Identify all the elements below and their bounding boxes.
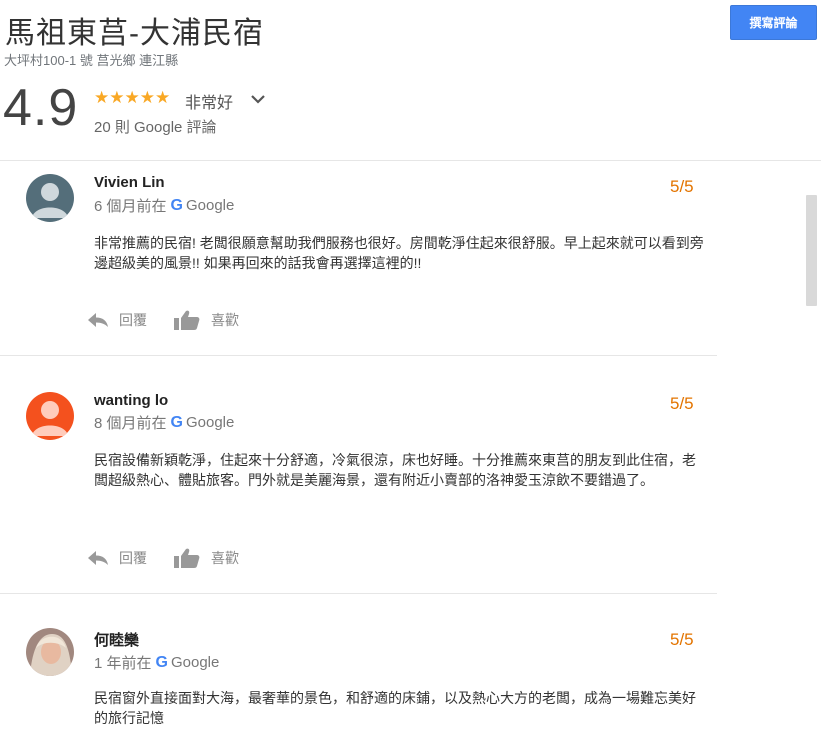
review-score: 5/5	[670, 394, 694, 413]
review-meta: 8 個月前在 G Google	[94, 412, 234, 433]
rating-description: 非常好	[185, 95, 234, 112]
google-g-icon: G	[170, 196, 183, 214]
review-text: 非常推薦的民宿! 老闆很願意幫助我們服務也很好。房間乾淨住起來很舒服。早上起來就…	[94, 235, 704, 271]
review-text: 民宿窗外直接面對大海，最奢華的景色，和舒適的床鋪，以及熱心大方的老闆，成為一場難…	[94, 690, 696, 726]
divider	[0, 355, 717, 356]
reply-label: 回覆	[119, 312, 147, 328]
like-button[interactable]: 喜歡	[173, 309, 239, 331]
review-score: 5/5	[670, 630, 694, 649]
review-time: 8 個月前在	[94, 415, 167, 432]
write-review-button[interactable]: 撰寫評論	[730, 5, 817, 40]
average-rating: 4.9	[3, 79, 79, 137]
divider	[0, 593, 717, 594]
place-address: 大坪村100-1 號 莒光鄉 連江縣	[4, 53, 179, 68]
review-time: 1 年前在	[94, 655, 152, 672]
review-meta: 1 年前在 G Google	[94, 652, 219, 673]
review-actions: 回覆 喜歡	[87, 307, 265, 333]
divider	[0, 160, 821, 161]
google-g-icon: G	[155, 653, 168, 671]
reply-button[interactable]: 回覆	[87, 548, 147, 568]
reply-icon	[88, 551, 108, 565]
reply-label: 回覆	[119, 550, 147, 566]
thumbs-up-icon	[174, 548, 200, 568]
reply-icon	[88, 313, 108, 327]
place-title: 馬祖東莒-大浦民宿	[5, 17, 264, 50]
review-count[interactable]: 20 則 Google 評論	[94, 116, 217, 137]
chevron-down-icon[interactable]	[250, 92, 266, 106]
review-actions: 回覆 喜歡	[87, 545, 265, 571]
avatar	[26, 392, 74, 440]
review-meta: 6 個月前在 G Google	[94, 195, 234, 216]
reviewer-name[interactable]: 何睦欒	[94, 629, 139, 650]
reviewer-name[interactable]: Vivien Lin	[94, 174, 165, 191]
thumbs-up-icon	[174, 310, 200, 330]
avatar	[26, 628, 74, 676]
review-time: 6 個月前在	[94, 198, 167, 215]
source-label: Google	[170, 654, 220, 671]
reply-button[interactable]: 回覆	[87, 310, 147, 330]
source-label: Google	[185, 414, 235, 431]
like-label: 喜歡	[211, 312, 239, 328]
google-g-icon: G	[170, 413, 183, 431]
avatar	[26, 174, 74, 222]
scrollbar-thumb[interactable]	[806, 195, 817, 306]
like-button[interactable]: 喜歡	[173, 547, 239, 569]
rating-stars: ★★★★★	[94, 88, 171, 107]
reviewer-name[interactable]: wanting lo	[94, 392, 168, 409]
source-label: Google	[185, 197, 235, 214]
review-score: 5/5	[670, 177, 694, 196]
review-text: 民宿設備新穎乾淨，住起來十分舒適，冷氣很涼，床也好睡。十分推薦來東莒的朋友到此住…	[94, 452, 696, 488]
like-label: 喜歡	[211, 550, 239, 566]
